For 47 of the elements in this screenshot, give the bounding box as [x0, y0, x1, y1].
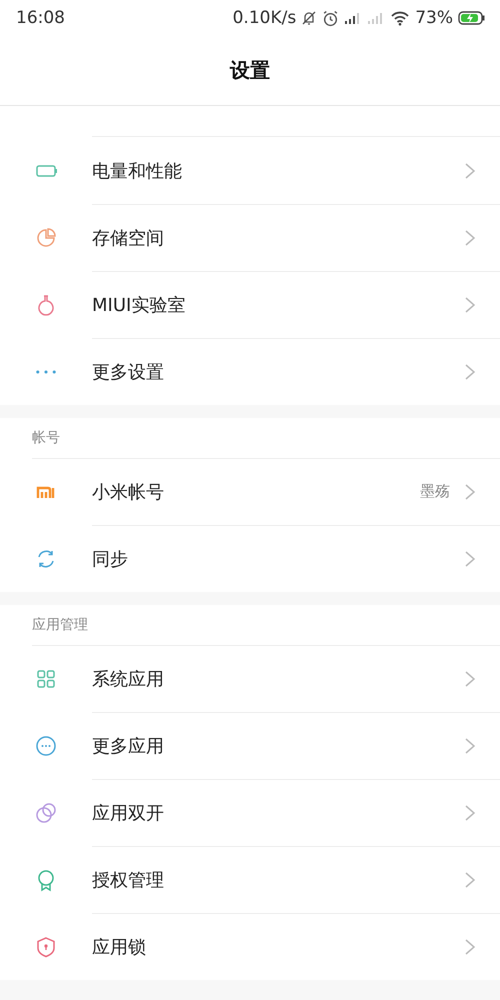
chevron-right-icon — [464, 364, 476, 380]
settings-item[interactable]: 存储空间 — [0, 204, 500, 271]
bell-off-icon — [301, 10, 318, 26]
item-value: 墨殇 — [420, 482, 450, 501]
item-label: 更多应用 — [92, 734, 165, 758]
chevron-right-icon — [464, 550, 476, 566]
settings-item[interactable]: 授权管理 — [0, 846, 500, 913]
section-header: 应用管理 — [32, 616, 88, 634]
item-label: 系统应用 — [92, 668, 165, 690]
section-header: 帐号 — [32, 429, 60, 447]
chevron-right-icon — [464, 296, 476, 312]
battery-percent: 73% — [415, 8, 453, 28]
settings-item[interactable]: 同步 — [0, 525, 500, 592]
item-label: MIUI实验室 — [92, 294, 186, 316]
chevron-right-icon — [464, 230, 476, 246]
settings-item[interactable]: 应用锁 — [0, 913, 500, 980]
item-label: 电量和性能 — [92, 160, 183, 182]
settings-item[interactable]: 更多应用 — [0, 712, 500, 779]
settings-item[interactable]: 更多设置 — [0, 338, 500, 405]
clock-time: 16:08 — [16, 8, 65, 28]
battery-charging-icon — [458, 11, 486, 25]
chevron-right-icon — [464, 670, 476, 686]
item-label: 授权管理 — [92, 868, 165, 892]
chevron-right-icon — [464, 938, 476, 954]
item-label: 应用锁 — [92, 936, 147, 958]
item-label: 应用双开 — [92, 802, 165, 824]
chevron-right-icon — [464, 484, 476, 500]
chevron-right-icon — [464, 872, 476, 888]
two-circles-icon — [34, 800, 58, 824]
item-label: 更多设置 — [92, 360, 165, 384]
item-label: 小米帐号 — [92, 480, 165, 504]
item-label: 存储空间 — [92, 226, 165, 250]
chevron-right-icon — [464, 804, 476, 820]
wifi-icon — [390, 10, 410, 26]
item-label: 同步 — [92, 548, 129, 570]
page-title: 设置 — [0, 36, 500, 106]
network-speed: 0.10K/s — [232, 8, 296, 28]
settings-item[interactable]: 应用双开 — [0, 779, 500, 846]
chevron-right-icon — [464, 738, 476, 754]
settings-item[interactable]: 小米帐号 墨殇 — [0, 458, 500, 525]
more-circle-icon — [34, 734, 58, 758]
settings-item[interactable]: 系统应用 — [0, 645, 500, 712]
chevron-right-icon — [464, 162, 476, 178]
more-icon — [36, 370, 56, 374]
settings-item[interactable]: MIUI实验室 — [0, 271, 500, 338]
alarm-icon — [322, 10, 340, 26]
settings-item[interactable]: 电量和性能 — [0, 137, 500, 204]
